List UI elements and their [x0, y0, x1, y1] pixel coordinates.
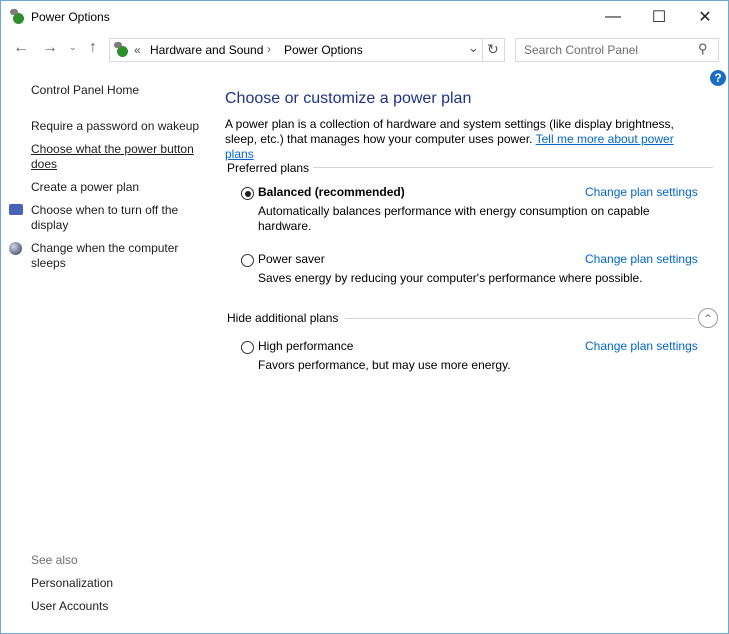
change-plan-settings-balanced[interactable]: Change plan settings: [585, 185, 698, 199]
breadcrumb-power-options[interactable]: Power Options: [284, 43, 363, 57]
sidebar-control-panel-home[interactable]: Control Panel Home: [31, 83, 139, 98]
help-icon[interactable]: ?: [710, 70, 726, 86]
plan-desc-power-saver: Saves energy by reducing your computer's…: [258, 271, 643, 285]
sidebar-item-power-button[interactable]: Choose what the power button does: [31, 142, 201, 172]
balanced-radio[interactable]: [241, 187, 254, 200]
sidebar-item-create-plan[interactable]: Create a power plan: [31, 180, 139, 195]
window: Power Options — ☐ ✕ ← → ⌄ ↑ « Hardware a…: [0, 0, 729, 634]
page-title: Choose or customize a power plan: [225, 90, 472, 107]
close-button[interactable]: ✕: [682, 3, 728, 31]
address-bar[interactable]: « Hardware and Sound › Power Options ⌄ ↻: [109, 38, 505, 62]
see-also-personalization[interactable]: Personalization: [31, 576, 113, 591]
divider: [345, 318, 695, 319]
sleep-moon-icon: [9, 242, 22, 255]
power-options-icon: [114, 42, 130, 58]
back-button[interactable]: ←: [13, 39, 29, 57]
refresh-icon[interactable]: ↻: [487, 41, 499, 58]
sidebar-item-computer-sleeps[interactable]: Change when the computer sleeps: [31, 241, 191, 271]
preferred-plans-label: Preferred plans: [227, 161, 310, 175]
window-title: Power Options: [31, 10, 110, 24]
plan-name-high-performance[interactable]: High performance: [258, 339, 353, 353]
change-plan-settings-power-saver[interactable]: Change plan settings: [585, 252, 698, 266]
divider: [313, 167, 713, 168]
power-options-icon: [10, 9, 26, 25]
breadcrumb-separator-icon: ›: [267, 42, 271, 56]
display-clock-icon: [9, 204, 23, 215]
see-also-user-accounts[interactable]: User Accounts: [31, 599, 108, 614]
plan-desc-high-performance: Favors performance, but may use more ene…: [258, 358, 511, 372]
plan-desc-balanced: Automatically balances performance with …: [258, 204, 650, 233]
hide-additional-plans-label[interactable]: Hide additional plans: [227, 311, 338, 325]
see-also-heading: See also: [31, 553, 78, 567]
breadcrumb-hardware-and-sound[interactable]: Hardware and Sound: [150, 43, 263, 57]
search-input[interactable]: Search Control Panel: [524, 43, 638, 57]
search-box[interactable]: Search Control Panel ⚲: [515, 38, 719, 62]
minimize-button[interactable]: —: [590, 3, 636, 31]
up-button[interactable]: ↑: [89, 39, 97, 57]
search-icon[interactable]: ⚲: [698, 41, 708, 57]
maximize-button[interactable]: ☐: [636, 3, 682, 31]
sidebar-item-require-password[interactable]: Require a password on wakeup: [31, 119, 199, 134]
recent-locations-chevron-icon[interactable]: ⌄: [69, 42, 77, 53]
breadcrumb-overflow[interactable]: «: [134, 43, 141, 57]
forward-button[interactable]: →: [42, 39, 58, 57]
plan-name-balanced[interactable]: Balanced (recommended): [258, 185, 405, 199]
sidebar-item-turn-off-display[interactable]: Choose when to turn off the display: [31, 203, 191, 233]
plan-name-power-saver[interactable]: Power saver: [258, 252, 325, 266]
power-saver-radio[interactable]: [241, 254, 254, 267]
collapse-chevron-up-icon[interactable]: ⌃: [698, 308, 718, 328]
change-plan-settings-high-performance[interactable]: Change plan settings: [585, 339, 698, 353]
divider: [482, 39, 483, 61]
high-performance-radio[interactable]: [241, 341, 254, 354]
address-dropdown-icon[interactable]: ⌄: [468, 40, 479, 56]
intro-text: A power plan is a collection of hardware…: [225, 117, 705, 162]
